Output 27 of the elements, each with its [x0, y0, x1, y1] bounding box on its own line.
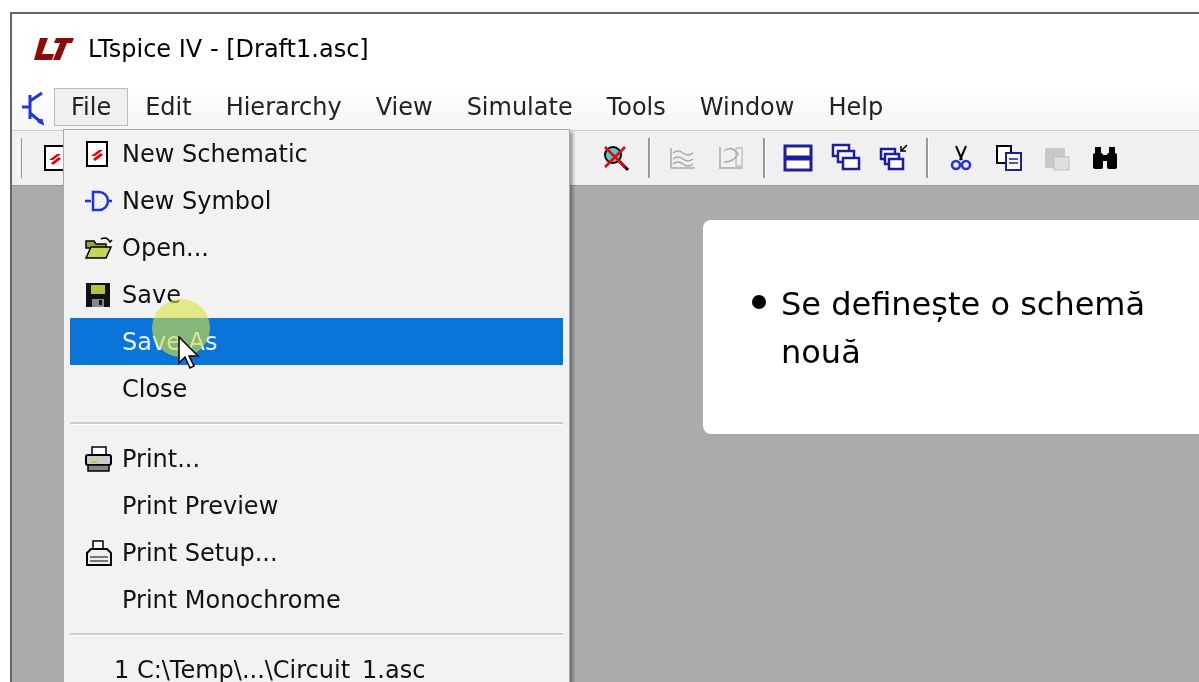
menu-item[interactable]: Save	[70, 271, 563, 318]
window-title: LTspice IV - [Draft1.asc]	[88, 35, 369, 63]
printer-icon	[83, 443, 113, 474]
menu-item[interactable]: Close	[70, 365, 563, 412]
bullet-icon	[751, 294, 767, 310]
logo-icon	[32, 36, 76, 62]
menu-item[interactable]: Hierarchy	[208, 88, 359, 126]
menu-item[interactable]: Simulate	[449, 88, 590, 126]
bullet-text: Se definește o schemă nouă	[781, 284, 1147, 373]
menu-item[interactable]: Print Preview	[70, 482, 563, 529]
menu-item[interactable]: Window	[682, 88, 812, 126]
menu-item[interactable]: Print Setup...	[70, 529, 563, 576]
tile-windows-icon[interactable]	[783, 143, 813, 173]
cascade-windows-icon[interactable]	[831, 143, 861, 173]
zoom-cancel-icon[interactable]	[601, 143, 631, 173]
menu-item[interactable]: Edit	[128, 88, 209, 126]
cascade-windows-icon[interactable]	[879, 143, 909, 173]
menu-item[interactable]: Help	[811, 88, 901, 126]
copy-icon[interactable]	[994, 143, 1024, 173]
menu-item[interactable]: Print Monochrome	[70, 576, 563, 623]
menu-item[interactable]: New Symbol	[70, 177, 563, 224]
menu-item[interactable]: File	[54, 88, 129, 126]
menu-item[interactable]: Print...	[70, 435, 563, 482]
menu-item[interactable]: Open...	[70, 224, 563, 271]
menu-item[interactable]: View	[358, 88, 450, 126]
printer-icon	[83, 537, 113, 568]
menu-item[interactable]: Tools	[589, 88, 683, 126]
